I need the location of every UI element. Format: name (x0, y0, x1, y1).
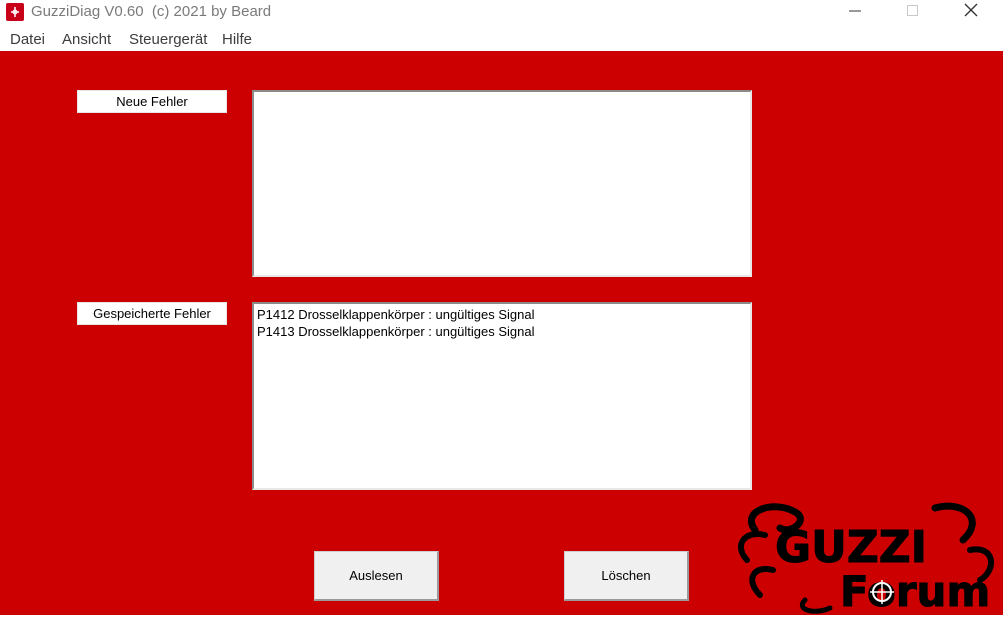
logo-line2: Forum (840, 567, 990, 615)
maximize-button[interactable] (889, 0, 935, 24)
delete-button[interactable]: Löschen (564, 551, 689, 601)
new-faults-list[interactable] (252, 90, 752, 277)
read-button[interactable]: Auslesen (314, 551, 439, 601)
guzzi-forum-logo: GUZZI Forum (735, 500, 1003, 617)
minimize-icon (849, 10, 861, 12)
title-bar: GuzziDiag V0.60 (c) 2021 by Beard (0, 0, 1007, 24)
window-title: GuzziDiag V0.60 (c) 2021 by Beard (31, 3, 272, 20)
new-faults-label: Neue Fehler (77, 90, 227, 113)
menu-steuergeraet[interactable]: Steuergerät (129, 31, 207, 48)
menu-hilfe[interactable]: Hilfe (222, 31, 252, 48)
window-border (1003, 51, 1007, 615)
menu-bar: Datei Ansicht Steuergerät Hilfe (0, 29, 1007, 51)
logo-line1: GUZZI (775, 522, 927, 573)
stored-faults-list[interactable]: P1412 Drosselklappenkörper : ungültiges … (252, 302, 752, 490)
close-icon (964, 3, 978, 17)
minimize-button[interactable] (832, 0, 878, 24)
stored-faults-label: Gespeicherte Fehler (77, 302, 227, 325)
list-item[interactable]: P1413 Drosselklappenkörper : ungültiges … (257, 323, 747, 340)
menu-datei[interactable]: Datei (10, 31, 45, 48)
maximize-icon (907, 5, 918, 16)
list-item[interactable]: P1412 Drosselklappenkörper : ungültiges … (257, 306, 747, 323)
close-button[interactable] (948, 0, 994, 24)
menu-ansicht[interactable]: Ansicht (62, 31, 111, 48)
app-icon (6, 3, 24, 21)
